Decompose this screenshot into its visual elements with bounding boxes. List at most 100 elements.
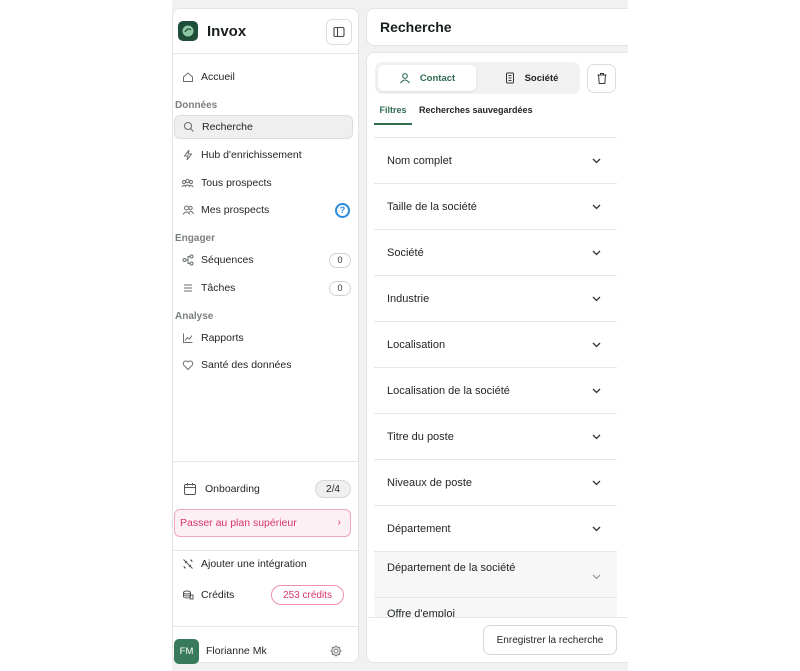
onboarding-progress-badge: 2/4 [315, 480, 351, 498]
heart-icon [181, 359, 194, 372]
search-icon [182, 121, 195, 134]
nav-data-health[interactable]: Santé des données [174, 353, 353, 377]
sidebar: Invox Accueil Données Recherche Hub d'en… [172, 8, 359, 664]
chevron-down-icon [592, 526, 601, 532]
nav-tasks[interactable]: Tâches 0 [174, 276, 353, 300]
nav-all-prospects-label: Tous prospects [201, 177, 272, 189]
divider [173, 53, 358, 54]
search-panel: Contact Société Filtres Recherches sauve… [366, 52, 628, 663]
chevron-down-icon [592, 342, 601, 348]
nav-reports-label: Rapports [201, 332, 244, 344]
add-integration-label: Ajouter une intégration [201, 558, 307, 570]
nav-my-prospects[interactable]: Mes prospects ? [174, 198, 353, 222]
divider [173, 626, 358, 627]
upgrade-button[interactable]: Passer au plan supérieur › [174, 509, 351, 537]
chart-line-icon [181, 332, 194, 345]
nav-data-health-label: Santé des données [201, 359, 292, 371]
filter-label: Société [387, 246, 424, 259]
tab-contact[interactable]: Contact [378, 65, 476, 91]
filter-label: Industrie [387, 292, 430, 305]
entity-switch: Contact Société [375, 62, 580, 94]
filter-location[interactable]: Localisation [374, 321, 617, 367]
plug-icon [181, 558, 194, 571]
users-icon [181, 204, 194, 217]
tab-company[interactable]: Société [485, 65, 577, 91]
filter-company[interactable]: Société [374, 229, 617, 275]
nav-enrichment[interactable]: Hub d'enrichissement [174, 143, 353, 167]
panel-footer: Enregistrer la recherche [367, 617, 628, 662]
upgrade-label: Passer au plan supérieur [180, 517, 297, 529]
save-search-button[interactable]: Enregistrer la recherche [483, 625, 617, 655]
chevron-down-icon [592, 574, 601, 580]
filter-label: Département de la société [387, 561, 516, 574]
filter-label: Taille de la société [387, 200, 477, 213]
collapse-sidebar-button[interactable] [326, 19, 352, 45]
user-profile[interactable]: FM Florianne Mk [174, 638, 351, 664]
building-icon [504, 72, 516, 84]
sidebar-toggle-icon [333, 26, 345, 38]
nav-reports[interactable]: Rapports [174, 326, 353, 350]
filter-job-title[interactable]: Titre du poste [374, 413, 617, 459]
filter-label: Département [387, 522, 451, 535]
clear-filters-button[interactable] [587, 64, 616, 93]
coins-icon [181, 589, 194, 602]
person-icon [399, 72, 411, 84]
nav-enrichment-label: Hub d'enrichissement [201, 149, 302, 161]
list-icon [181, 282, 194, 295]
nav-search-label: Recherche [202, 121, 253, 133]
credits-badge[interactable]: 253 crédits [271, 585, 344, 605]
divider [173, 550, 358, 551]
chevron-down-icon [592, 480, 601, 486]
nav-all-prospects[interactable]: Tous prospects [174, 171, 353, 195]
lightning-icon [181, 149, 194, 162]
filter-full-name[interactable]: Nom complet [374, 137, 617, 183]
nav-home-label: Accueil [201, 71, 235, 83]
filter-industry[interactable]: Industrie [374, 275, 617, 321]
trash-icon [597, 73, 606, 84]
divider [173, 461, 358, 462]
brand-name: Invox [207, 22, 247, 40]
onboarding-label: Onboarding [205, 483, 260, 495]
add-integration-link[interactable]: Ajouter une intégration [174, 552, 353, 576]
chevron-down-icon [592, 250, 601, 256]
filter-label: Localisation [387, 338, 446, 351]
tab-contact-label: Contact [419, 72, 456, 84]
section-engage-label: Engager [175, 233, 216, 244]
gear-icon[interactable] [329, 644, 343, 658]
user-name: Florianne Mk [206, 645, 267, 657]
calendar-icon [183, 482, 197, 496]
sequences-count-badge: 0 [329, 252, 351, 268]
filter-department[interactable]: Département [374, 505, 617, 551]
section-analysis-label: Analyse [175, 311, 214, 322]
sequence-icon [181, 254, 194, 267]
chevron-down-icon [592, 434, 601, 440]
filter-label: Localisation de la société [387, 384, 510, 397]
avatar: FM [174, 638, 199, 664]
group-icon [181, 177, 194, 190]
nav-my-prospects-label: Mes prospects [201, 204, 270, 216]
tasks-count-badge: 0 [329, 280, 351, 296]
nav-home[interactable]: Accueil [174, 65, 353, 89]
chevron-down-icon [592, 158, 601, 164]
nav-sequences[interactable]: Séquences 0 [174, 248, 353, 272]
help-icon[interactable]: ? [335, 202, 350, 218]
section-data-label: Données [175, 100, 218, 111]
nav-sequences-label: Séquences [201, 254, 254, 266]
chevron-down-icon [592, 296, 601, 302]
filter-company-size[interactable]: Taille de la société [374, 183, 617, 229]
brand-logo-icon [178, 21, 198, 41]
filter-company-department[interactable]: Département de la société [374, 551, 617, 597]
tab-saved-searches[interactable]: Recherches sauvegardées [419, 105, 539, 125]
home-icon [181, 71, 194, 84]
filter-company-location[interactable]: Localisation de la société [374, 367, 617, 413]
nav-search[interactable]: Recherche [174, 115, 353, 139]
credits-row[interactable]: Crédits 253 crédits [174, 583, 353, 607]
tab-filters[interactable]: Filtres [374, 105, 412, 125]
filter-job-level[interactable]: Niveaux de poste [374, 459, 617, 505]
credits-label: Crédits [201, 589, 235, 601]
chevron-down-icon [592, 204, 601, 210]
chevron-down-icon [592, 388, 601, 394]
filter-label: Nom complet [387, 154, 452, 167]
brand[interactable]: Invox [178, 20, 246, 42]
onboarding-row[interactable]: Onboarding 2/4 [183, 479, 351, 499]
